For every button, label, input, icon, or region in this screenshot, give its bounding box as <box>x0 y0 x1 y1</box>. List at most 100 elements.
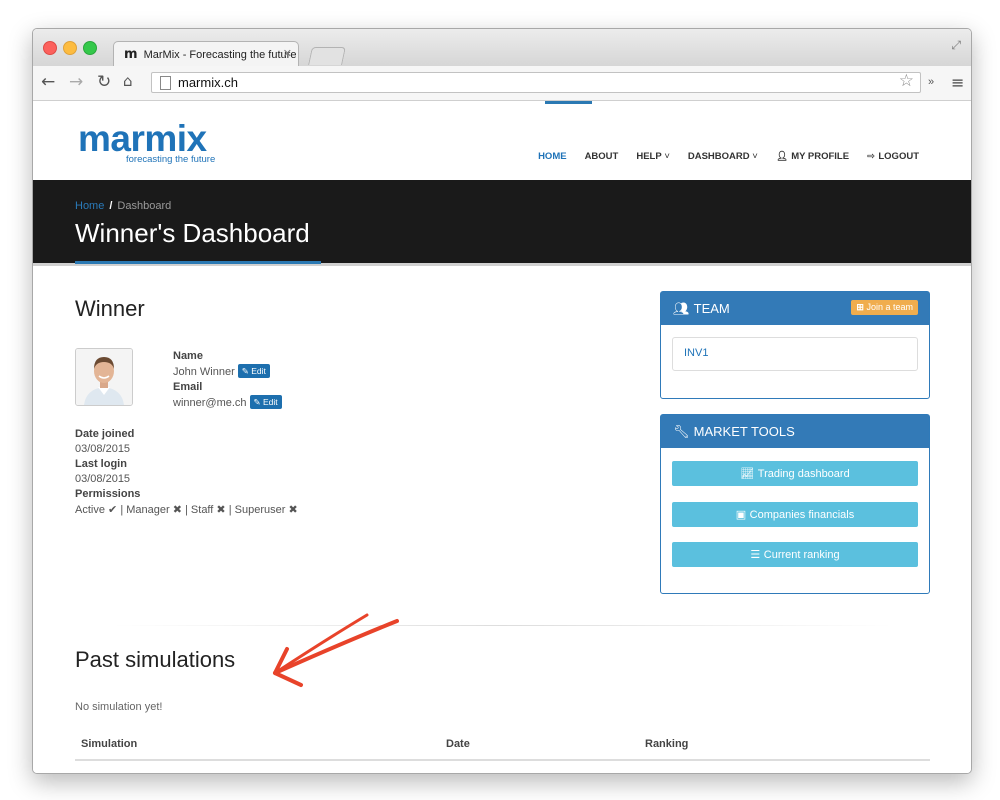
permissions-list: Active ✔ | Manager ✖ | Staff ✖ | Superus… <box>75 502 298 518</box>
edit-email-label: Edit <box>263 397 278 407</box>
window-maximize-button[interactable] <box>83 41 97 55</box>
browser-menu-icon[interactable]: ≡ <box>951 73 964 92</box>
team-panel: 👥︎ TEAM ⊞ Join a team INV1 <box>660 291 930 399</box>
tab-title: MarMix - Forecasting the future <box>143 49 297 61</box>
past-simulations-heading: Past simulations <box>75 647 236 672</box>
edit-name-label: Edit <box>251 366 266 376</box>
plus-icon: ⊞ <box>856 302 867 312</box>
reload-icon[interactable]: ↻ <box>97 72 111 92</box>
name-value: John Winner <box>173 366 235 378</box>
column-date: Date <box>446 738 470 750</box>
logout-icon: ⇨ <box>867 151 879 162</box>
back-arrow-icon[interactable]: ← <box>41 72 55 92</box>
edit-name-button[interactable]: ✎ Edit <box>237 364 270 378</box>
nav-active-indicator <box>545 101 592 104</box>
user-icon: 👤︎ <box>775 151 792 162</box>
nav-my-profile[interactable]: 👤︎ MY PROFILE <box>776 151 849 162</box>
edit-icon: ✎ <box>253 397 264 407</box>
tab-close-icon[interactable]: ✕ <box>283 42 292 67</box>
perm-manager: Manager <box>126 504 170 516</box>
name-label: Name <box>173 350 203 362</box>
page-hero: Home / Dashboard Winner's Dashboard <box>33 180 971 266</box>
team-panel-title: TEAM <box>693 301 730 316</box>
nav-help-label: HELP <box>636 151 662 162</box>
favicon-icon: m <box>124 47 138 62</box>
nav-dashboard[interactable]: DASHBOARD ˅ <box>688 151 758 162</box>
money-icon: ▣ <box>735 508 750 521</box>
browser-tab[interactable]: m MarMix - Forecasting the future ✕ <box>113 41 299 66</box>
team-panel-header: 👥︎ TEAM ⊞ Join a team <box>661 292 929 325</box>
breadcrumb-home[interactable]: Home <box>75 200 104 212</box>
home-icon[interactable]: ⌂ <box>123 72 133 90</box>
market-tools-header: 🔧︎ MARKET TOOLS <box>661 415 929 448</box>
empty-state-message: No simulation yet! <box>75 701 163 713</box>
page-title: Winner's Dashboard <box>75 218 310 248</box>
site-logo[interactable]: marmix forecasting the future <box>78 120 216 165</box>
main-navigation: HOME ABOUT HELP ˅ DASHBOARD ˅ 👤︎ MY PROF… <box>538 151 919 162</box>
new-tab-button[interactable] <box>308 47 346 65</box>
date-joined-value: 03/08/2015 <box>75 443 131 455</box>
cross-icon: ✖ <box>288 503 298 516</box>
join-team-label: Join a team <box>866 302 913 312</box>
chevron-down-icon: ˅ <box>661 151 670 162</box>
perm-superuser: Superuser <box>234 504 286 516</box>
email-value: winner@me.ch <box>173 397 247 409</box>
wrench-icon: 🔧︎ <box>673 425 694 440</box>
chevron-down-icon: ˅ <box>749 151 758 162</box>
nav-dashboard-label: DASHBOARD <box>687 151 750 162</box>
email-label: Email <box>173 381 203 393</box>
user-contact-info: Name John Winner ✎ Edit Email winner@me.c… <box>173 349 282 411</box>
browser-window: m MarMix - Forecasting the future ✕ ⤢ ← … <box>32 28 972 774</box>
market-tools-title: MARKET TOOLS <box>693 424 795 439</box>
current-ranking-label: Current ranking <box>763 549 840 561</box>
edit-email-button[interactable]: ✎ Edit <box>249 395 282 409</box>
join-team-button[interactable]: ⊞ Join a team <box>851 300 918 315</box>
nav-logout-label: LOGOUT <box>878 151 919 162</box>
line-chart-icon: 📈︎ <box>740 467 758 480</box>
cross-icon: ✖ <box>172 503 182 516</box>
user-heading: Winner <box>75 296 145 321</box>
users-icon: 👥︎ <box>673 302 694 317</box>
window-close-button[interactable] <box>43 41 57 55</box>
title-bar: m MarMix - Forecasting the future ✕ ⤢ <box>33 29 971 66</box>
forward-arrow-icon[interactable]: → <box>69 72 83 92</box>
nav-my-profile-label: MY PROFILE <box>791 151 850 162</box>
companies-financials-button[interactable]: ▣ Companies financials <box>672 502 918 527</box>
team-name: INV1 <box>684 347 709 359</box>
edit-icon: ✎ <box>241 366 252 376</box>
nav-home[interactable]: HOME <box>538 151 567 162</box>
annotation-arrow <box>273 613 399 687</box>
logo-tagline: forecasting the future <box>126 154 216 165</box>
breadcrumb-separator: / <box>109 200 113 212</box>
current-ranking-button[interactable]: ☰ Current ranking <box>672 542 918 567</box>
simulations-table-header: Simulation Date Ranking <box>75 731 930 761</box>
address-bar[interactable]: marmix.ch ☆ <box>151 72 921 93</box>
breadcrumb-current: Dashboard <box>117 200 172 212</box>
team-list-item[interactable]: INV1 <box>672 337 918 371</box>
check-icon: ✔ <box>108 503 118 516</box>
last-login-value: 03/08/2015 <box>75 473 131 485</box>
column-simulation: Simulation <box>81 738 138 750</box>
nav-about[interactable]: ABOUT <box>585 151 619 162</box>
page-icon <box>160 76 171 90</box>
permissions-label: Permissions <box>75 488 141 500</box>
avatar <box>75 348 133 406</box>
extensions-chevron-icon[interactable]: » <box>928 76 934 88</box>
nav-logout[interactable]: ⇨ LOGOUT <box>867 151 919 162</box>
market-tools-panel: 🔧︎ MARKET TOOLS 📈︎ Trading dashboard ▣ C… <box>660 414 930 594</box>
date-joined-label: Date joined <box>75 428 135 440</box>
cross-icon: ✖ <box>216 503 226 516</box>
bookmark-star-icon[interactable]: ☆ <box>899 72 914 91</box>
fullscreen-icon[interactable]: ⤢ <box>951 38 961 53</box>
last-login-label: Last login <box>75 458 127 470</box>
nav-help[interactable]: HELP ˅ <box>636 151 670 162</box>
trading-dashboard-label: Trading dashboard <box>757 468 850 480</box>
perm-sep: | <box>120 504 124 516</box>
window-minimize-button[interactable] <box>63 41 77 55</box>
perm-sep: | <box>228 504 232 516</box>
companies-financials-label: Companies financials <box>749 509 855 521</box>
trading-dashboard-button[interactable]: 📈︎ Trading dashboard <box>672 461 918 486</box>
user-meta-info: Date joined 03/08/2015 Last login 03/08/… <box>75 427 298 518</box>
breadcrumb: Home / Dashboard <box>75 200 171 212</box>
perm-active: Active <box>75 504 105 516</box>
